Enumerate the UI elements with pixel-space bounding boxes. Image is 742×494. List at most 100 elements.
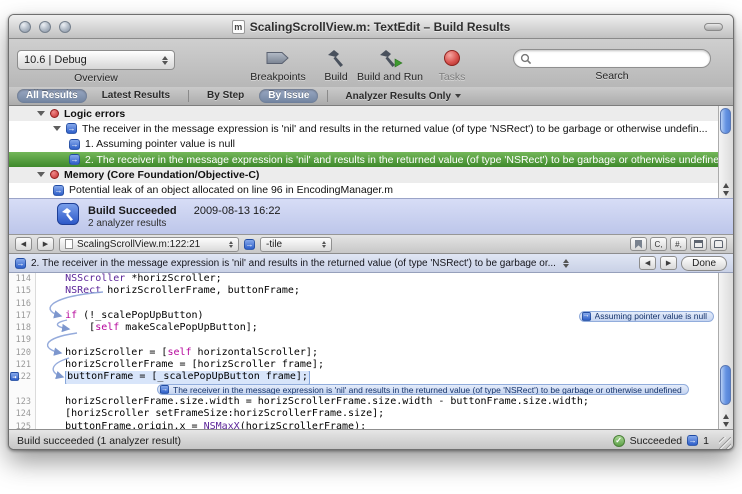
- file-history-popup[interactable]: ScalingScrollView.m:122:21: [59, 237, 239, 252]
- window-title: ScalingScrollView.m: TextEdit – Build Re…: [250, 20, 511, 34]
- code-line[interactable]: 121 horizScrollerFrame = [horizScroller …: [9, 359, 718, 371]
- document-proxy-icon[interactable]: m: [232, 20, 245, 34]
- code-line[interactable]: 114 NSScroller *horizScroller;: [9, 273, 718, 285]
- file-location: ScalingScrollView.m:122:21: [77, 239, 200, 250]
- code-line[interactable]: 116: [9, 298, 718, 310]
- toolbar-toggle-button[interactable]: [704, 23, 723, 31]
- bookmarks-button[interactable]: [630, 237, 647, 251]
- next-issue-button[interactable]: ▶: [660, 256, 677, 270]
- analyzer-arrow-icon: →: [687, 435, 698, 446]
- analyzer-arrow-icon: →: [69, 154, 80, 165]
- result-row[interactable]: Memory (Core Foundation/Objective-C): [9, 167, 718, 182]
- succeeded-label: Succeeded: [630, 435, 683, 447]
- succeeded-check-icon: ✓: [613, 435, 625, 447]
- disclosure-triangle-icon[interactable]: [37, 111, 45, 116]
- code-line[interactable]: 119: [9, 334, 718, 346]
- search-input[interactable]: [513, 49, 711, 68]
- result-label: Logic errors: [64, 108, 125, 120]
- close-button[interactable]: [19, 21, 31, 33]
- line-number: 120: [9, 347, 36, 359]
- counterparts-button[interactable]: C,: [650, 237, 667, 251]
- disclosure-triangle-icon[interactable]: [53, 126, 61, 131]
- search-label: Search: [513, 70, 711, 82]
- line-number: 114: [9, 273, 36, 285]
- result-row[interactable]: →Potential leak of an object allocated o…: [9, 183, 718, 198]
- breakpoints-label: Breakpoints: [250, 71, 305, 83]
- analyzer-issue-bar: → 2. The receiver in the message express…: [9, 254, 733, 273]
- line-number: 118: [9, 322, 36, 334]
- analyzer-results-only-popup[interactable]: Analyzer Results Only: [345, 91, 461, 102]
- line-number: 119: [9, 334, 36, 346]
- status-bar: Build succeeded (1 analyzer result) ✓ Su…: [9, 429, 733, 450]
- filter-segment-by-step[interactable]: By Step: [198, 89, 253, 103]
- line-number: 125: [9, 421, 36, 429]
- results-scrollbar[interactable]: [718, 106, 733, 198]
- scrollbar-thumb[interactable]: [720, 108, 731, 134]
- filter-segment-by-issue[interactable]: By Issue: [259, 89, 318, 103]
- lock-icon: [714, 240, 723, 248]
- lock-button[interactable]: [710, 237, 727, 251]
- forward-button[interactable]: ▶: [37, 237, 54, 251]
- code-text: NSRect horizScrollerFrame, buttonFrame;: [36, 285, 718, 297]
- line-number: 117: [9, 310, 36, 322]
- popup-arrows-icon[interactable]: [563, 259, 569, 268]
- code-line[interactable]: 120 horizScroller = [self horizontalScro…: [9, 347, 718, 359]
- resize-grip[interactable]: [719, 437, 731, 449]
- minimize-button[interactable]: [39, 21, 51, 33]
- result-label: Memory (Core Foundation/Objective-C): [64, 169, 259, 181]
- issue-bar-controls: ◀ ▶ Done: [639, 256, 727, 271]
- previous-issue-button[interactable]: ◀: [639, 256, 656, 270]
- toolbar: 10.6 | Debug Overview Breakpoints Build: [9, 39, 733, 87]
- zoom-button[interactable]: [59, 21, 71, 33]
- scrollbar-thumb[interactable]: [720, 365, 731, 405]
- function-name: -tile: [266, 239, 282, 250]
- category-icon: [50, 109, 59, 118]
- scroll-down-icon[interactable]: [723, 422, 729, 427]
- code-line[interactable]: 117 if (!_scalePopUpButton)→Assuming poi…: [9, 310, 718, 322]
- title-bar[interactable]: m ScalingScrollView.m: TextEdit – Build …: [9, 15, 733, 39]
- result-row[interactable]: →1. Assuming pointer value is null: [9, 137, 718, 152]
- code-line[interactable]: 124 [horizScroller setFrameSize:horizScr…: [9, 408, 718, 420]
- line-number: 121: [9, 359, 36, 371]
- code-text: [self makeScalePopUpButton];: [36, 322, 718, 334]
- code-line[interactable]: 115 NSRect horizScrollerFrame, buttonFra…: [9, 285, 718, 297]
- window-controls: [19, 21, 71, 33]
- line-number: 116: [9, 298, 36, 310]
- result-row[interactable]: →The receiver in the message expression …: [9, 121, 718, 136]
- done-button[interactable]: Done: [681, 256, 727, 271]
- search-icon: [520, 53, 532, 65]
- tasks-button[interactable]: Tasks: [423, 47, 481, 83]
- result-label: Potential leak of an object allocated on…: [69, 184, 393, 196]
- build-status-title: Build Succeeded: [88, 205, 177, 217]
- included-files-button[interactable]: #,: [670, 237, 687, 251]
- scroll-up-icon[interactable]: [723, 183, 729, 188]
- disclosure-triangle-icon[interactable]: [37, 172, 45, 177]
- analyzer-arrow-icon: →: [582, 312, 591, 321]
- scrollbar-arrows[interactable]: [719, 183, 733, 196]
- scroll-up-icon[interactable]: [723, 414, 729, 419]
- editor-scrollbar[interactable]: [718, 273, 733, 429]
- function-popup[interactable]: -tile: [260, 237, 332, 252]
- split-editor-button[interactable]: [690, 237, 707, 251]
- filter-segment-latest-results[interactable]: Latest Results: [93, 89, 179, 103]
- code-line[interactable]: →The receiver in the message expression …: [9, 384, 718, 396]
- code-text: [horizScroller setFrameSize:horizScrolle…: [36, 408, 718, 420]
- scrollbar-arrows[interactable]: [719, 414, 733, 427]
- overview-popup[interactable]: 10.6 | Debug: [17, 50, 175, 70]
- build-and-run-button[interactable]: Build and Run: [347, 47, 433, 83]
- filter-segments: All Results Latest Results By Step By Issue: [17, 89, 331, 103]
- back-button[interactable]: ◀: [15, 237, 32, 251]
- analyzer-inline-annotation: →The receiver in the message expression …: [157, 384, 689, 395]
- code-line[interactable]: 118 [self makeScalePopUpButton];: [9, 322, 718, 334]
- tasks-stop-icon: [444, 47, 460, 69]
- line-number: 115: [9, 285, 36, 297]
- scroll-down-icon[interactable]: [723, 191, 729, 196]
- bookmark-icon: [635, 240, 642, 249]
- code-line[interactable]: 125 buttonFrame.origin.x = NSMaxX(horizS…: [9, 421, 718, 429]
- code-line[interactable]: 123 horizScrollerFrame.size.width = hori…: [9, 396, 718, 408]
- result-row[interactable]: →2. The receiver in the message expressi…: [9, 152, 718, 167]
- code-line[interactable]: 122→ buttonFrame = [_scalePopUpButton fr…: [9, 371, 718, 383]
- filter-segment-all-results[interactable]: All Results: [17, 89, 87, 103]
- source-editor[interactable]: 114 NSScroller *horizScroller;115 NSRect…: [9, 273, 733, 429]
- result-row[interactable]: Logic errors: [9, 106, 718, 121]
